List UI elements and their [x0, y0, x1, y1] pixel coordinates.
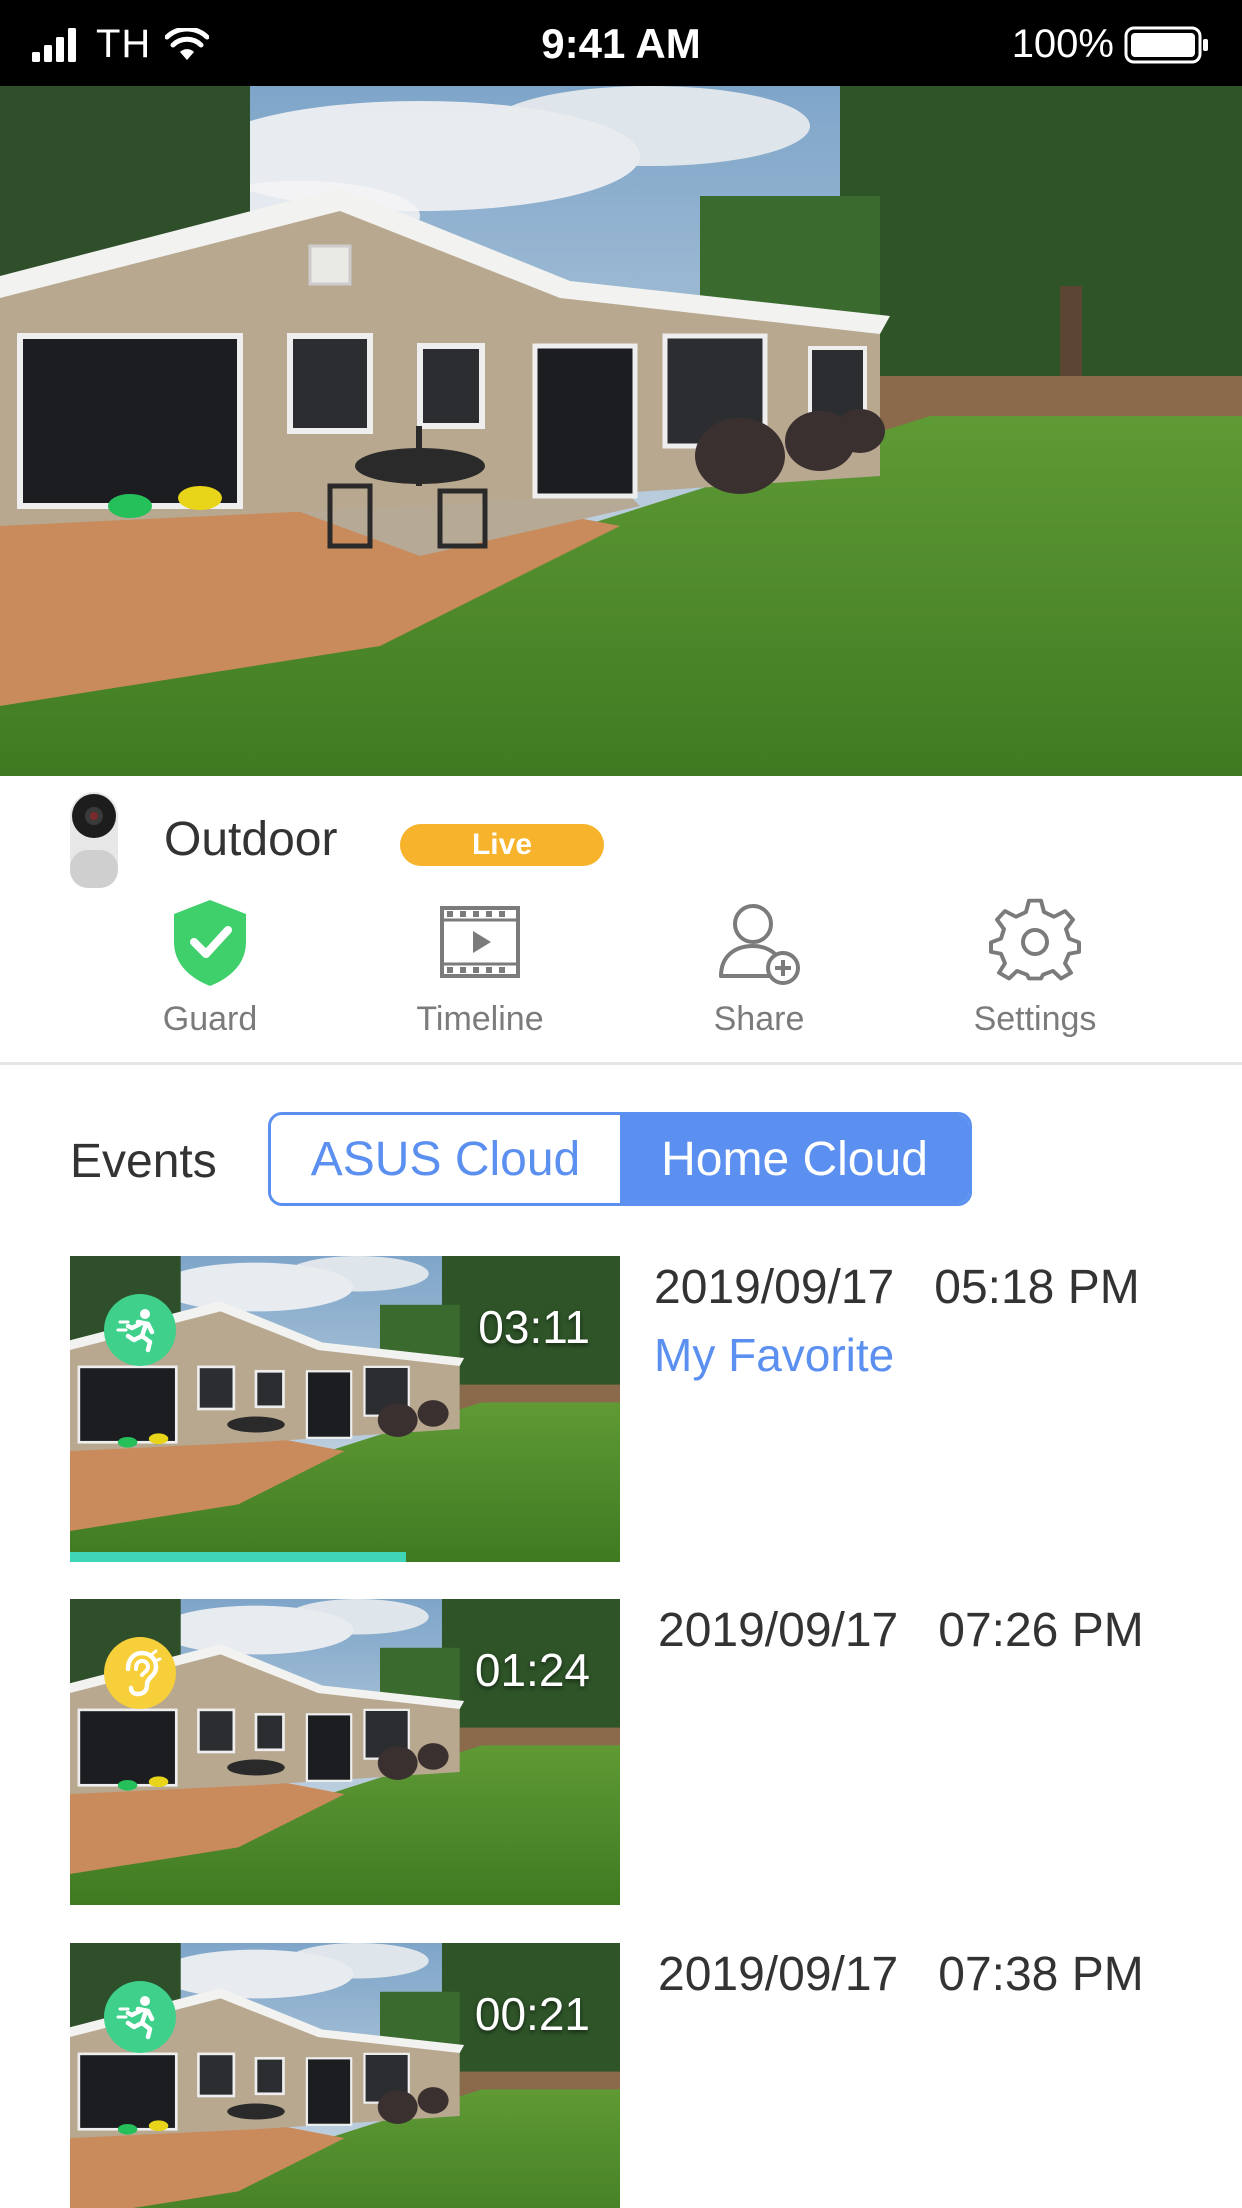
motion-event-badge — [104, 1981, 176, 2053]
timeline-button[interactable]: Timeline — [370, 896, 590, 1046]
backyard-scene-image — [0, 86, 1242, 776]
event-item[interactable]: 01:24 2019/09/17 07:26 PM — [70, 1599, 1242, 1905]
camera-actions: Guard Timeline Share Settings — [0, 896, 1242, 1046]
gear-icon — [989, 898, 1081, 981]
ear-icon — [125, 1649, 162, 1697]
camera-device-icon — [70, 792, 118, 888]
motion-event-badge — [104, 1294, 176, 1366]
status-right: 100% — [1012, 22, 1210, 67]
event-time: 07:26 PM — [938, 1604, 1144, 1657]
camera-name: Outdoor — [164, 813, 338, 866]
settings-button[interactable]: Settings — [925, 896, 1145, 1046]
status-bar: TH 9:41 AM 100% — [0, 0, 1242, 86]
event-timestamp: 2019/09/17 05:18 PM — [654, 1260, 1140, 1315]
event-duration: 01:24 — [474, 1644, 590, 1696]
tab-asus-cloud[interactable]: ASUS Cloud — [271, 1115, 620, 1203]
event-item[interactable]: 03:11 2019/09/17 05:18 PM My Favorite — [70, 1256, 1242, 1562]
event-duration: 00:21 — [474, 1988, 590, 2040]
event-thumbnail[interactable]: 03:11 — [70, 1256, 620, 1562]
share-label: Share — [713, 1000, 805, 1038]
running-person-icon — [116, 1309, 155, 1353]
battery-icon — [1124, 26, 1208, 63]
tab-home-cloud[interactable]: Home Cloud — [620, 1115, 969, 1203]
shield-check-icon — [174, 900, 246, 986]
events-heading: Events — [70, 1135, 217, 1188]
sound-event-badge — [104, 1637, 176, 1709]
cloud-source-toggle: ASUS Cloud Home Cloud — [268, 1112, 972, 1206]
event-date: 2019/09/17 — [658, 1948, 899, 2001]
guard-label: Guard — [162, 1000, 258, 1038]
favorite-tag: My Favorite — [654, 1329, 895, 1381]
guard-button[interactable]: Guard — [100, 896, 320, 1046]
settings-label: Settings — [973, 1000, 1097, 1038]
event-time: 07:38 PM — [938, 1948, 1144, 2001]
event-time: 05:18 PM — [934, 1261, 1140, 1314]
event-date: 2019/09/17 — [658, 1604, 899, 1657]
live-video-view[interactable] — [0, 86, 1242, 776]
event-thumbnail[interactable]: 01:24 — [70, 1599, 620, 1905]
share-button[interactable]: Share — [649, 896, 869, 1046]
film-play-icon — [440, 906, 520, 978]
section-divider — [0, 1062, 1242, 1065]
event-timestamp: 2019/09/17 07:26 PM — [658, 1603, 1144, 1658]
add-user-icon — [719, 904, 800, 985]
playback-progress-bar — [70, 1552, 406, 1562]
event-date: 2019/09/17 — [654, 1261, 895, 1314]
timeline-label: Timeline — [416, 1000, 544, 1038]
event-thumbnail[interactable]: 00:21 — [70, 1943, 620, 2208]
running-person-icon — [116, 1996, 155, 2040]
camera-header: Outdoor Live Guard Timeline Share Settin… — [0, 776, 1242, 1066]
event-duration: 03:11 — [478, 1301, 590, 1353]
event-timestamp: 2019/09/17 07:38 PM — [658, 1947, 1144, 2002]
event-item[interactable]: 00:21 2019/09/17 07:38 PM — [70, 1943, 1242, 2208]
battery-percent: 100% — [1011, 22, 1114, 66]
live-badge: Live — [400, 824, 604, 866]
